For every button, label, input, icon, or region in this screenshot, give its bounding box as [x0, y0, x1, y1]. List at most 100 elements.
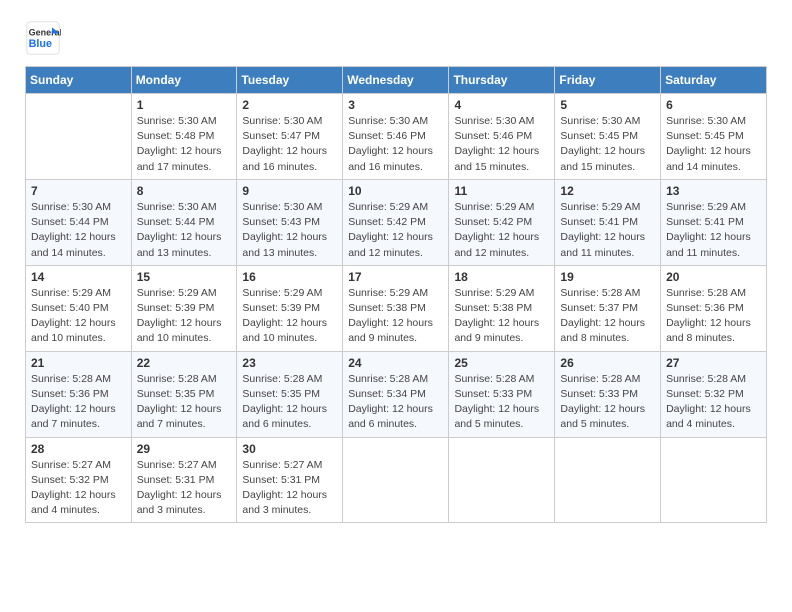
- calendar-cell: 7 Sunrise: 5:30 AMSunset: 5:44 PMDaylight…: [26, 179, 132, 265]
- day-number: 4: [454, 98, 549, 112]
- calendar-cell: [449, 437, 555, 523]
- day-number: 28: [31, 442, 126, 456]
- calendar-table: SundayMondayTuesdayWednesdayThursdayFrid…: [25, 66, 767, 523]
- calendar-cell: 17 Sunrise: 5:29 AMSunset: 5:38 PMDayligh…: [343, 265, 449, 351]
- day-info: Sunrise: 5:30 AMSunset: 5:44 PMDaylight:…: [137, 200, 232, 261]
- calendar-cell: 3 Sunrise: 5:30 AMSunset: 5:46 PMDaylight…: [343, 94, 449, 180]
- day-info: Sunrise: 5:29 AMSunset: 5:39 PMDaylight:…: [137, 286, 232, 347]
- calendar-cell: 18Sunrise: 5:29 AMSunset: 5:38 PMDayligh…: [449, 265, 555, 351]
- day-number: 11: [454, 184, 549, 198]
- calendar-cell: 16 Sunrise: 5:29 AMSunset: 5:39 PMDayligh…: [237, 265, 343, 351]
- day-info: Sunrise: 5:28 AMSunset: 5:35 PMDaylight:…: [242, 372, 337, 433]
- calendar-cell: 22 Sunrise: 5:28 AMSunset: 5:35 PMDayligh…: [131, 351, 237, 437]
- day-info: Sunrise: 5:30 AMSunset: 5:46 PMDaylight:…: [348, 114, 443, 175]
- day-number: 10: [348, 184, 443, 198]
- day-number: 17: [348, 270, 443, 284]
- calendar-cell: 8 Sunrise: 5:30 AMSunset: 5:44 PMDaylight…: [131, 179, 237, 265]
- calendar-cell: 5 Sunrise: 5:30 AMSunset: 5:45 PMDaylight…: [555, 94, 661, 180]
- day-info: Sunrise: 5:28 AMSunset: 5:35 PMDaylight:…: [137, 372, 232, 433]
- day-info: Sunrise: 5:28 AMSunset: 5:37 PMDaylight:…: [560, 286, 655, 347]
- calendar-cell: [555, 437, 661, 523]
- day-number: 20: [666, 270, 761, 284]
- logo: General Blue: [25, 20, 65, 56]
- calendar-cell: 25 Sunrise: 5:28 AMSunset: 5:33 PMDayligh…: [449, 351, 555, 437]
- day-info: Sunrise: 5:30 AMSunset: 5:44 PMDaylight:…: [31, 200, 126, 261]
- day-info: Sunrise: 5:29 AMSunset: 5:38 PMDaylight:…: [348, 286, 443, 347]
- day-number: 3: [348, 98, 443, 112]
- day-number: 24: [348, 356, 443, 370]
- day-info: Sunrise: 5:27 AMSunset: 5:31 PMDaylight:…: [242, 458, 337, 519]
- calendar-week-row: 21Sunrise: 5:28 AMSunset: 5:36 PMDayligh…: [26, 351, 767, 437]
- weekday-header-cell: Saturday: [661, 67, 767, 94]
- day-number: 8: [137, 184, 232, 198]
- weekday-header-cell: Friday: [555, 67, 661, 94]
- calendar-cell: 19Sunrise: 5:28 AMSunset: 5:37 PMDayligh…: [555, 265, 661, 351]
- day-info: Sunrise: 5:28 AMSunset: 5:36 PMDaylight:…: [666, 286, 761, 347]
- day-number: 30: [242, 442, 337, 456]
- day-number: 2: [242, 98, 337, 112]
- day-number: 16: [242, 270, 337, 284]
- calendar-body: 1 Sunrise: 5:30 AMSunset: 5:48 PMDaylight…: [26, 94, 767, 523]
- day-number: 6: [666, 98, 761, 112]
- day-number: 27: [666, 356, 761, 370]
- weekday-header-cell: Wednesday: [343, 67, 449, 94]
- day-info: Sunrise: 5:30 AMSunset: 5:43 PMDaylight:…: [242, 200, 337, 261]
- calendar-cell: 24 Sunrise: 5:28 AMSunset: 5:34 PMDayligh…: [343, 351, 449, 437]
- calendar-cell: 4 Sunrise: 5:30 AMSunset: 5:46 PMDaylight…: [449, 94, 555, 180]
- day-number: 29: [137, 442, 232, 456]
- day-info: Sunrise: 5:28 AMSunset: 5:36 PMDaylight:…: [31, 372, 126, 433]
- weekday-header-cell: Monday: [131, 67, 237, 94]
- calendar-cell: 15 Sunrise: 5:29 AMSunset: 5:39 PMDayligh…: [131, 265, 237, 351]
- calendar-cell: 21Sunrise: 5:28 AMSunset: 5:36 PMDayligh…: [26, 351, 132, 437]
- calendar-cell: 27 Sunrise: 5:28 AMSunset: 5:32 PMDayligh…: [661, 351, 767, 437]
- calendar-week-row: 7 Sunrise: 5:30 AMSunset: 5:44 PMDaylight…: [26, 179, 767, 265]
- day-info: Sunrise: 5:30 AMSunset: 5:47 PMDaylight:…: [242, 114, 337, 175]
- calendar-cell: 23 Sunrise: 5:28 AMSunset: 5:35 PMDayligh…: [237, 351, 343, 437]
- weekday-header-cell: Thursday: [449, 67, 555, 94]
- day-number: 14: [31, 270, 126, 284]
- calendar-week-row: 28 Sunrise: 5:27 AMSunset: 5:32 PMDayligh…: [26, 437, 767, 523]
- calendar-cell: 2 Sunrise: 5:30 AMSunset: 5:47 PMDaylight…: [237, 94, 343, 180]
- svg-text:Blue: Blue: [29, 38, 52, 50]
- day-number: 23: [242, 356, 337, 370]
- day-info: Sunrise: 5:27 AMSunset: 5:32 PMDaylight:…: [31, 458, 126, 519]
- day-info: Sunrise: 5:28 AMSunset: 5:33 PMDaylight:…: [454, 372, 549, 433]
- day-info: Sunrise: 5:29 AMSunset: 5:41 PMDaylight:…: [666, 200, 761, 261]
- day-number: 22: [137, 356, 232, 370]
- calendar-cell: 29Sunrise: 5:27 AMSunset: 5:31 PMDayligh…: [131, 437, 237, 523]
- day-info: Sunrise: 5:28 AMSunset: 5:32 PMDaylight:…: [666, 372, 761, 433]
- weekday-header-row: SundayMondayTuesdayWednesdayThursdayFrid…: [26, 67, 767, 94]
- day-number: 25: [454, 356, 549, 370]
- calendar-cell: 1 Sunrise: 5:30 AMSunset: 5:48 PMDaylight…: [131, 94, 237, 180]
- day-info: Sunrise: 5:28 AMSunset: 5:33 PMDaylight:…: [560, 372, 655, 433]
- day-info: Sunrise: 5:28 AMSunset: 5:34 PMDaylight:…: [348, 372, 443, 433]
- day-number: 13: [666, 184, 761, 198]
- day-info: Sunrise: 5:29 AMSunset: 5:41 PMDaylight:…: [560, 200, 655, 261]
- calendar-cell: 14 Sunrise: 5:29 AMSunset: 5:40 PMDayligh…: [26, 265, 132, 351]
- day-number: 15: [137, 270, 232, 284]
- calendar-cell: [343, 437, 449, 523]
- calendar-cell: 11 Sunrise: 5:29 AMSunset: 5:42 PMDayligh…: [449, 179, 555, 265]
- day-number: 7: [31, 184, 126, 198]
- day-info: Sunrise: 5:30 AMSunset: 5:45 PMDaylight:…: [666, 114, 761, 175]
- page-header: General Blue: [25, 20, 767, 56]
- day-info: Sunrise: 5:30 AMSunset: 5:45 PMDaylight:…: [560, 114, 655, 175]
- day-number: 5: [560, 98, 655, 112]
- day-info: Sunrise: 5:30 AMSunset: 5:48 PMDaylight:…: [137, 114, 232, 175]
- calendar-week-row: 1 Sunrise: 5:30 AMSunset: 5:48 PMDaylight…: [26, 94, 767, 180]
- calendar-cell: 13 Sunrise: 5:29 AMSunset: 5:41 PMDayligh…: [661, 179, 767, 265]
- day-info: Sunrise: 5:29 AMSunset: 5:39 PMDaylight:…: [242, 286, 337, 347]
- calendar-cell: 12 Sunrise: 5:29 AMSunset: 5:41 PMDayligh…: [555, 179, 661, 265]
- calendar-cell: 28 Sunrise: 5:27 AMSunset: 5:32 PMDayligh…: [26, 437, 132, 523]
- day-info: Sunrise: 5:29 AMSunset: 5:38 PMDaylight:…: [454, 286, 549, 347]
- day-info: Sunrise: 5:30 AMSunset: 5:46 PMDaylight:…: [454, 114, 549, 175]
- day-number: 1: [137, 98, 232, 112]
- day-number: 9: [242, 184, 337, 198]
- day-info: Sunrise: 5:29 AMSunset: 5:40 PMDaylight:…: [31, 286, 126, 347]
- day-info: Sunrise: 5:29 AMSunset: 5:42 PMDaylight:…: [454, 200, 549, 261]
- day-number: 12: [560, 184, 655, 198]
- calendar-cell: 9 Sunrise: 5:30 AMSunset: 5:43 PMDaylight…: [237, 179, 343, 265]
- calendar-cell: [661, 437, 767, 523]
- weekday-header-cell: Tuesday: [237, 67, 343, 94]
- logo-icon: General Blue: [25, 20, 61, 56]
